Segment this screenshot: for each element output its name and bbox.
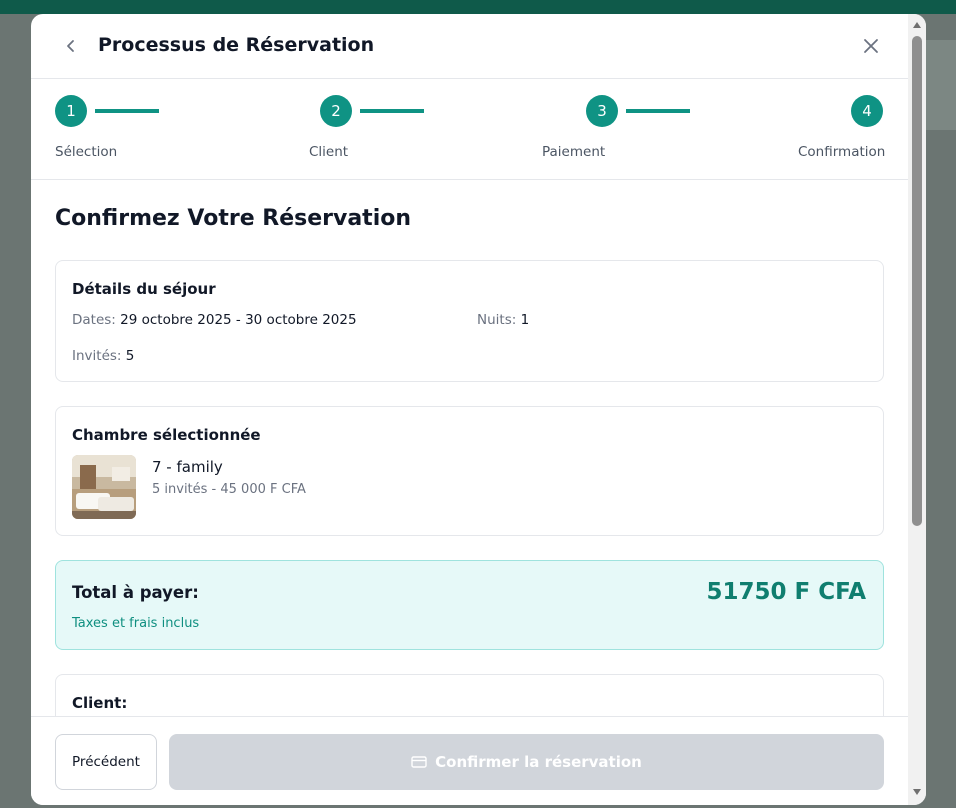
stay-details-title: Détails du séjour xyxy=(72,280,216,298)
room-info: 5 invités - 45 000 F CFA xyxy=(152,482,306,497)
modal-content: Confirmez Votre Réservation Détails du s… xyxy=(31,180,908,716)
step-1-circle: 1 xyxy=(55,95,87,127)
selected-room-card: Chambre sélectionnée 7 - family 5 invité… xyxy=(55,406,884,536)
client-card: Client: xyxy=(55,674,884,716)
scrollbar[interactable] xyxy=(908,14,926,805)
step-2-connector xyxy=(360,109,424,113)
scroll-down-icon xyxy=(913,789,921,795)
stay-details-card: Détails du séjour Dates: 29 octobre 2025… xyxy=(55,260,884,382)
step-4-circle: 4 xyxy=(851,95,883,127)
guests-label: Invités: xyxy=(72,348,122,364)
progress-stepper: 1 Sélection 2 Client 3 Paiement 4 Confir… xyxy=(31,79,908,180)
dates-value: 29 octobre 2025 - 30 octobre 2025 xyxy=(120,312,357,328)
close-button[interactable] xyxy=(859,34,883,58)
stay-nights: Nuits: 1 xyxy=(477,312,529,328)
client-title: Client: xyxy=(72,694,128,712)
room-photo xyxy=(72,455,136,519)
selected-room-title: Chambre sélectionnée xyxy=(72,426,261,444)
stay-dates: Dates: 29 octobre 2025 - 30 octobre 2025 xyxy=(72,312,357,328)
step-1-label: Sélection xyxy=(55,144,118,160)
total-note: Taxes et frais inclus xyxy=(72,616,200,631)
room-name: 7 - family xyxy=(152,458,223,476)
step-1-connector xyxy=(95,109,159,113)
previous-button[interactable]: Précédent xyxy=(55,734,157,790)
step-2-label: Client xyxy=(309,144,349,160)
step-3-circle: 3 xyxy=(586,95,618,127)
back-button[interactable] xyxy=(59,34,83,58)
scroll-up-icon xyxy=(913,22,921,28)
step-3-label: Paiement xyxy=(542,144,606,160)
modal-title: Processus de Réservation xyxy=(98,34,375,56)
section-heading: Confirmez Votre Réservation xyxy=(55,206,412,231)
total-card: Total à payer: 51750 F CFA Taxes et frai… xyxy=(55,560,884,650)
booking-modal: Processus de Réservation 1 Sélection 2 C… xyxy=(31,14,926,805)
modal-header: Processus de Réservation xyxy=(31,14,908,79)
total-amount: 51750 F CFA xyxy=(706,579,867,605)
modal-footer: Précédent Confirmer la réservation xyxy=(31,716,908,805)
backdrop-header-strip xyxy=(0,0,956,14)
dates-label: Dates: xyxy=(72,312,116,328)
nights-value: 1 xyxy=(520,312,530,328)
total-label: Total à payer: xyxy=(72,583,199,602)
scroll-down-arrow[interactable] xyxy=(912,787,922,797)
close-icon xyxy=(864,39,878,53)
credit-card-icon xyxy=(411,756,427,768)
step-4-label: Confirmation xyxy=(798,144,886,160)
backdrop-page xyxy=(926,40,956,130)
guests-value: 5 xyxy=(125,348,135,364)
stay-guests: Invités: 5 xyxy=(72,348,134,364)
step-2-circle: 2 xyxy=(320,95,352,127)
chevron-left-icon xyxy=(67,40,74,52)
step-3-connector xyxy=(626,109,690,113)
confirm-booking-button[interactable]: Confirmer la réservation xyxy=(169,734,884,790)
nights-label: Nuits: xyxy=(477,312,517,328)
confirm-booking-label: Confirmer la réservation xyxy=(435,753,642,771)
scroll-thumb[interactable] xyxy=(912,36,922,526)
scroll-up-arrow[interactable] xyxy=(912,20,922,30)
